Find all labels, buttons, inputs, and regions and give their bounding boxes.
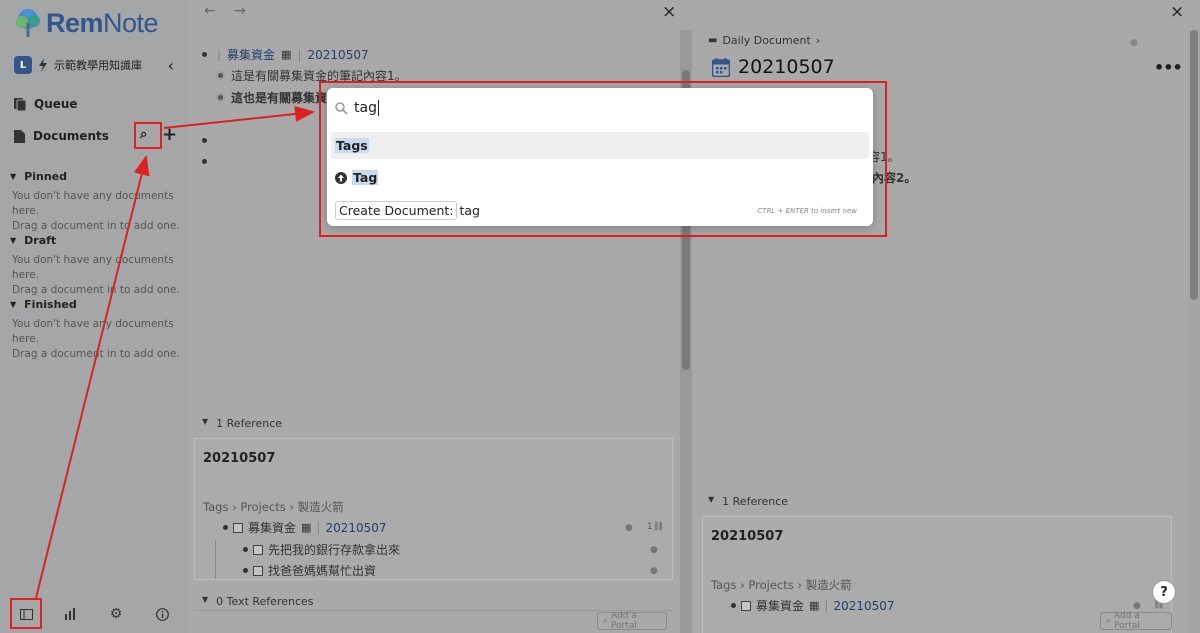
add-portal-button[interactable]: ⌕ Add a Portal (597, 611, 667, 631)
caret-down-icon: ▼ (10, 235, 17, 245)
empty-bullet[interactable] (202, 138, 207, 143)
section-draft[interactable]: ▼ Draft (10, 231, 56, 249)
caret-down-icon: ▼ (10, 171, 17, 181)
sidebar-item-documents[interactable]: Documents ⌕ + (14, 124, 182, 146)
sidebar-item-queue[interactable]: Queue (14, 94, 78, 114)
help-button[interactable]: ? (1152, 580, 1176, 604)
search-icon (335, 101, 348, 115)
toggle-sidebar-icon[interactable] (14, 602, 38, 626)
reference-breadcrumb: Tags › Projects › 製造火箭 (203, 500, 344, 514)
pinned-empty-text: You don't have any documents here. Drag a… (12, 190, 180, 232)
kb-avatar: L (14, 56, 32, 74)
dot-icon: ● (650, 545, 658, 555)
right-pane-scrollbar[interactable] (1188, 30, 1200, 633)
reference-child-2[interactable]: 找爸爸媽媽幫忙出資 (243, 562, 376, 579)
create-document-chip: Create Document: (335, 201, 458, 220)
info-icon[interactable] (150, 602, 174, 626)
dot-icon: ● (1130, 38, 1138, 48)
back-arrow-icon[interactable]: ← (204, 3, 216, 19)
checkbox[interactable] (233, 522, 243, 533)
search-icon: ⌕ (1106, 616, 1112, 626)
collapse-sidebar-icon[interactable]: ‹ (168, 56, 174, 75)
section-pinned[interactable]: ▼ Pinned (10, 167, 67, 185)
document-icon (14, 129, 25, 143)
search-icon: ⌕ (603, 616, 609, 626)
more-options-icon[interactable]: ••• (1154, 58, 1183, 77)
note-line-1[interactable]: 這是有關募集資金的筆記內容1。 (216, 67, 407, 84)
dot-icon: ● (625, 523, 633, 533)
text-references-toggle[interactable]: ▼ 0 Text References (202, 595, 314, 608)
tree-logo-icon (16, 9, 40, 37)
dot-icon: ● (650, 566, 658, 576)
section-finished[interactable]: ▼ Finished (10, 295, 77, 313)
forward-arrow-icon[interactable]: → (234, 3, 246, 19)
note-line-2[interactable]: 這也是有關募集資 (216, 89, 327, 106)
bullet[interactable] (216, 71, 225, 80)
reference-card: 20210507 Tags › Projects › 製造火箭 募集資金 ▦ | 2… (194, 438, 673, 580)
checkbox[interactable] (253, 544, 263, 555)
calendar-icon: ▦ (281, 48, 292, 61)
search-result-tags[interactable]: Tags (331, 132, 869, 159)
bullet[interactable] (202, 52, 207, 57)
finished-empty-text: You don't have any documents here. Drag a… (12, 318, 180, 360)
create-document-option[interactable]: Create Document: tag CTRL + ENTER to ins… (331, 197, 869, 224)
caret-down-icon: ▼ (202, 595, 209, 604)
caret-down-icon: ▼ (10, 299, 17, 309)
calendar-icon: ▦ (301, 521, 312, 534)
queue-icon (14, 97, 26, 111)
stats-icon[interactable] (58, 602, 82, 626)
search-result-tag[interactable]: Tag (331, 164, 869, 191)
add-portal-button[interactable]: ⌕ Add a Portal (1100, 611, 1172, 631)
reference-breadcrumb: Tags › Projects › 製造火箭 (711, 578, 852, 592)
settings-gear-icon[interactable]: ⚙ (104, 602, 128, 626)
remnote-logo[interactable]: RemNote (14, 7, 159, 38)
link-icon[interactable]: 1⛓ (647, 522, 664, 532)
bullet[interactable] (216, 93, 225, 102)
lightning-icon (39, 58, 47, 72)
draft-empty-text: You don't have any documents here. Drag a… (12, 254, 180, 296)
caret-down-icon: ▼ (708, 495, 715, 504)
reference-item[interactable]: 募集資金 ▦ | 20210507 (223, 519, 387, 536)
calendar-icon (712, 57, 730, 77)
folder-icon: ▬ (708, 35, 718, 46)
calendar-icon: ▦ (809, 599, 820, 612)
search-input[interactable]: tag (335, 98, 379, 118)
reference-child-1[interactable]: 先把我的銀行存款拿出來 (243, 541, 400, 558)
close-pane-icon[interactable]: × (1170, 2, 1184, 22)
add-document-icon[interactable]: + (162, 124, 177, 145)
reference-title[interactable]: 20210507 (711, 529, 783, 544)
knowledge-base-switcher[interactable]: L 示範教學用知識庫 ‹ (14, 54, 186, 76)
kb-name: 示範教學用知識庫 (54, 59, 142, 72)
sidebar: RemNote L 示範教學用知識庫 ‹ Queue Documents ⌕ +… (0, 0, 188, 633)
rem-title[interactable]: 募集資金 (227, 46, 275, 63)
reference-item[interactable]: 募集資金 ▦ | 20210507 (731, 597, 895, 614)
close-pane-icon[interactable]: × (662, 2, 676, 22)
date-link[interactable]: 20210507 (308, 48, 369, 62)
logo-text: RemNote (46, 7, 159, 38)
references-toggle[interactable]: ▼ 1 Reference (202, 417, 282, 430)
page-title[interactable]: 20210507 (712, 56, 835, 78)
dot-icon: ● (1133, 601, 1141, 611)
arrow-up-circle-icon (335, 171, 347, 184)
breadcrumb[interactable]: ▬ Daily Document › (708, 34, 820, 47)
checkbox[interactable] (741, 600, 751, 611)
document-search-icon[interactable]: ⌕ (140, 127, 147, 142)
reference-title[interactable]: 20210507 (203, 451, 275, 466)
references-toggle[interactable]: ▼ 1 Reference (708, 495, 788, 508)
caret-down-icon: ▼ (202, 417, 209, 426)
insert-hint: CTRL + ENTER to insert new (757, 206, 857, 215)
search-popup: tag Tags Tag Create Document: tag CTRL +… (327, 88, 873, 226)
doc-root-line[interactable]: | 募集資金 ▦ | 20210507 (202, 46, 369, 63)
checkbox[interactable] (253, 565, 263, 576)
empty-bullet[interactable] (202, 159, 207, 164)
